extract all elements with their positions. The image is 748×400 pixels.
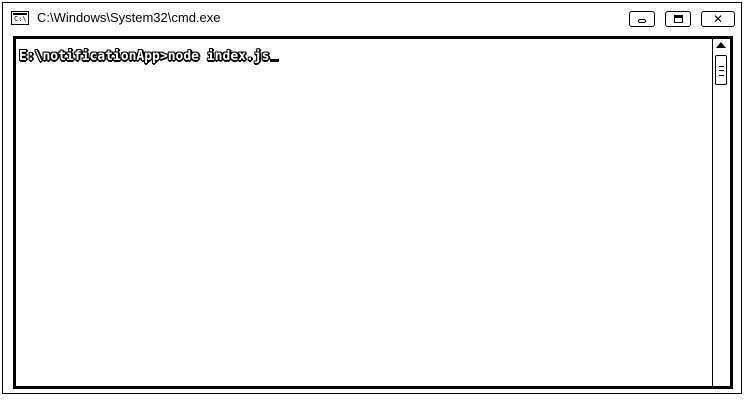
prompt-text: E:\notificationApp>node index.js — [19, 49, 270, 64]
scroll-thumb[interactable] — [715, 55, 727, 85]
console-frame: E:\notificationApp>node index.js — [13, 36, 733, 389]
console-app-icon[interactable] — [11, 11, 29, 25]
minimize-button[interactable] — [629, 11, 655, 27]
command-prompt-line: E:\notificationApp>node index.js — [19, 49, 280, 65]
maximize-icon — [674, 15, 683, 23]
title-bar[interactable]: C:\Windows\System32\cmd.exe ✕ — [3, 3, 741, 35]
console-output-area[interactable]: E:\notificationApp>node index.js — [16, 39, 712, 386]
minimize-icon — [638, 19, 646, 23]
close-button[interactable]: ✕ — [701, 11, 735, 27]
cmd-window: C:\Windows\System32\cmd.exe ✕ E:\notific… — [2, 2, 742, 394]
text-cursor — [270, 59, 280, 62]
window-title: C:\Windows\System32\cmd.exe — [37, 10, 221, 25]
maximize-button[interactable] — [665, 11, 691, 27]
vertical-scrollbar[interactable] — [712, 39, 730, 386]
close-icon: ✕ — [712, 12, 724, 26]
scroll-up-arrow-icon[interactable] — [716, 42, 726, 48]
